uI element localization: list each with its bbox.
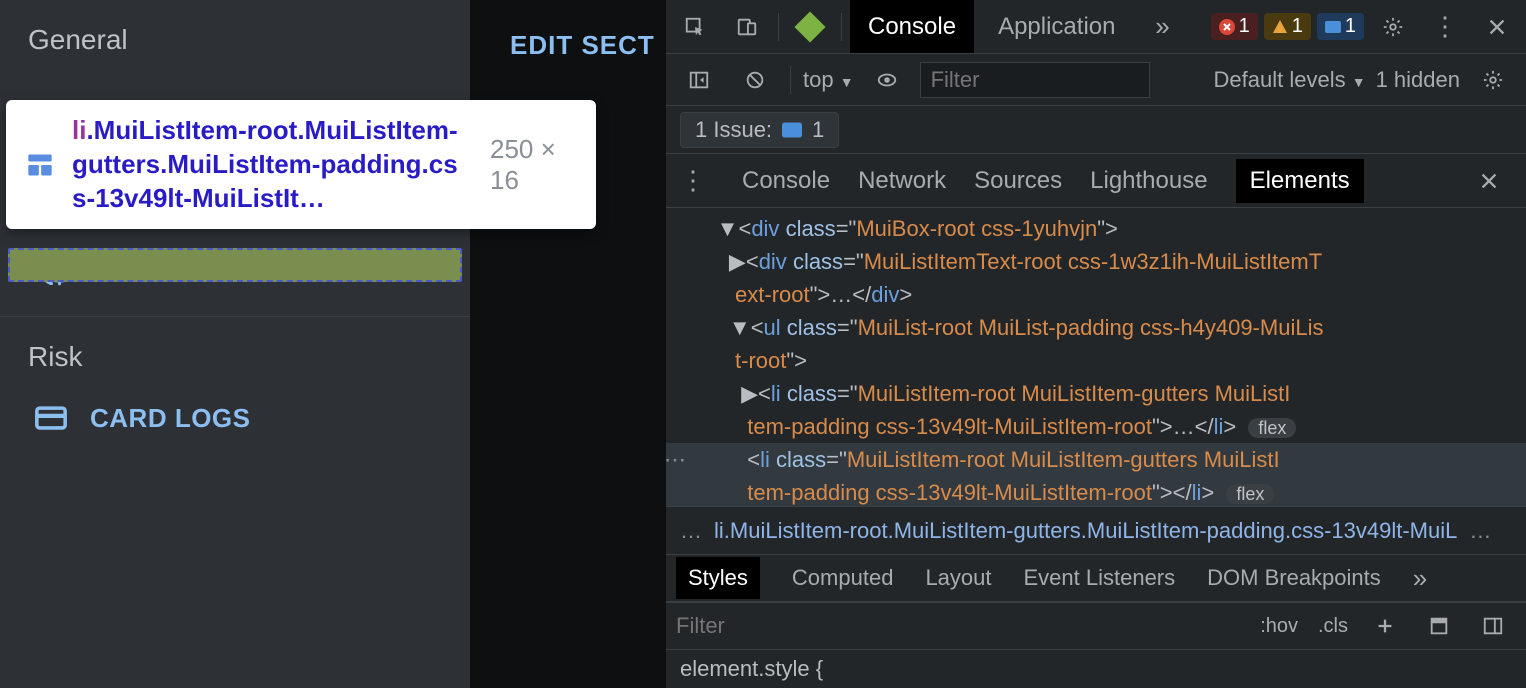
devtools-drawer-tabs: ⋮ Console Network Sources Lighthouse Ele… [666, 154, 1526, 208]
drawer-tab-lighthouse[interactable]: Lighthouse [1090, 167, 1207, 195]
eye-icon[interactable] [864, 57, 910, 103]
console-filter-input[interactable] [920, 62, 1150, 98]
styles-tab-dom-breakpoints[interactable]: DOM Breakpoints [1207, 565, 1381, 591]
close-drawer-icon[interactable] [1466, 158, 1512, 204]
dom-line[interactable]: ▶<div class="MuiListItemText-root css-1w… [666, 245, 1526, 278]
dom-line[interactable]: ▶<li class="MuiListItem-root MuiListItem… [666, 377, 1526, 410]
drawer-tab-console[interactable]: Console [742, 167, 830, 195]
close-devtools-icon[interactable] [1474, 4, 1520, 50]
dom-breadcrumb[interactable]: … li.MuiListItem-root.MuiListItem-gutter… [666, 506, 1526, 554]
styles-tab-event-listeners[interactable]: Event Listeners [1024, 565, 1176, 591]
more-style-tabs-icon[interactable]: » [1413, 563, 1427, 594]
kebab-menu-icon[interactable]: ⋮ [1422, 4, 1468, 50]
hidden-messages[interactable]: 1 hidden [1376, 67, 1460, 93]
layout-icon [26, 151, 54, 179]
vue-icon[interactable] [787, 4, 833, 50]
drawer-tab-elements[interactable]: Elements [1236, 159, 1364, 203]
log-levels-dropdown[interactable]: Default levels ▼ [1214, 67, 1366, 93]
tab-application[interactable]: Application [980, 0, 1133, 53]
page-title: EDIT SECT [510, 30, 656, 61]
issues-pill[interactable]: 1 Issue: 1 [680, 112, 839, 148]
flex-badge[interactable]: flex [1248, 418, 1296, 438]
styles-tab-layout[interactable]: Layout [925, 565, 991, 591]
tab-console[interactable]: Console [850, 0, 974, 53]
styles-tabs: Styles Computed Layout Event Listeners D… [666, 554, 1526, 602]
dom-line[interactable]: tem-padding css-13v49lt-MuiListItem-root… [666, 410, 1526, 443]
tooltip-selector: li.MuiListItem-root.MuiListItem-gutters.… [72, 114, 472, 215]
console-settings-icon[interactable] [1470, 57, 1516, 103]
drawer-menu-icon[interactable]: ⋮ [680, 165, 706, 196]
breadcrumb-path[interactable]: li.MuiListItem-root.MuiListItem-gutters.… [714, 518, 1457, 544]
issue-chip-icon [782, 122, 802, 138]
warning-badge[interactable]: 1 [1264, 13, 1311, 40]
issues-bar: 1 Issue: 1 [666, 106, 1526, 154]
dom-line[interactable]: ext-root">…</div> [666, 278, 1526, 311]
app-sidebar: General li.MuiListItem-root.MuiListItem-… [0, 0, 470, 688]
dom-line-selected[interactable]: tem-padding css-13v49lt-MuiListItem-root… [666, 476, 1526, 506]
console-toolbar: top ▼ Default levels ▼ 1 hidden [666, 54, 1526, 106]
toggle-pane-icon[interactable] [1470, 603, 1516, 649]
dom-tree[interactable]: ▼<div class="MuiBox-root css-1yuhvjn"> ▶… [666, 208, 1526, 506]
clear-console-icon[interactable] [732, 57, 778, 103]
drawer-tab-sources[interactable]: Sources [974, 167, 1062, 195]
styles-filter-input[interactable] [676, 609, 1246, 643]
styles-toolbar: :hov .cls [666, 602, 1526, 650]
element-inspector-tooltip: li.MuiListItem-root.MuiListItem-gutters.… [6, 100, 596, 229]
cls-toggle[interactable]: .cls [1312, 615, 1354, 638]
more-tabs-icon[interactable]: » [1139, 4, 1185, 50]
inspect-element-icon[interactable] [672, 4, 718, 50]
inspected-element-highlight [8, 248, 462, 282]
computed-sidebar-icon[interactable] [1416, 603, 1462, 649]
issue-badge[interactable]: 1 [1317, 13, 1364, 40]
dom-line-selected[interactable]: ⋯ <li class="MuiListItem-root MuiListIte… [666, 443, 1526, 476]
device-toggle-icon[interactable] [724, 4, 770, 50]
flex-badge[interactable]: flex [1226, 484, 1274, 504]
credit-card-icon [34, 401, 68, 435]
nav-label: CARD LOGS [90, 403, 251, 434]
section-general: General [0, 0, 470, 66]
tooltip-dimensions: 250 × 16 [490, 134, 576, 196]
settings-icon[interactable] [1370, 4, 1416, 50]
error-badge[interactable]: 1 [1211, 13, 1258, 40]
section-risk: Risk [0, 317, 470, 383]
drawer-tab-network[interactable]: Network [858, 167, 946, 195]
dom-line[interactable]: ▼<div class="MuiBox-root css-1yuhvjn"> [666, 212, 1526, 245]
styles-tab-styles[interactable]: Styles [676, 557, 760, 599]
dom-line[interactable]: t-root"> [666, 344, 1526, 377]
console-sidebar-toggle-icon[interactable] [676, 57, 722, 103]
styles-tab-computed[interactable]: Computed [792, 565, 894, 591]
devtools-main-toolbar: Console Application » 1 1 1 ⋮ [666, 0, 1526, 54]
element-style-block[interactable]: element.style { [666, 650, 1526, 688]
dom-line[interactable]: ▼<ul class="MuiList-root MuiList-padding… [666, 311, 1526, 344]
hov-toggle[interactable]: :hov [1254, 615, 1304, 638]
nav-item-card-logs[interactable]: CARD LOGS [0, 383, 470, 453]
devtools-panel: Console Application » 1 1 1 ⋮ top ▼ Defa… [666, 0, 1526, 688]
execution-context[interactable]: top ▼ [803, 67, 854, 93]
new-style-rule-icon[interactable] [1362, 603, 1408, 649]
